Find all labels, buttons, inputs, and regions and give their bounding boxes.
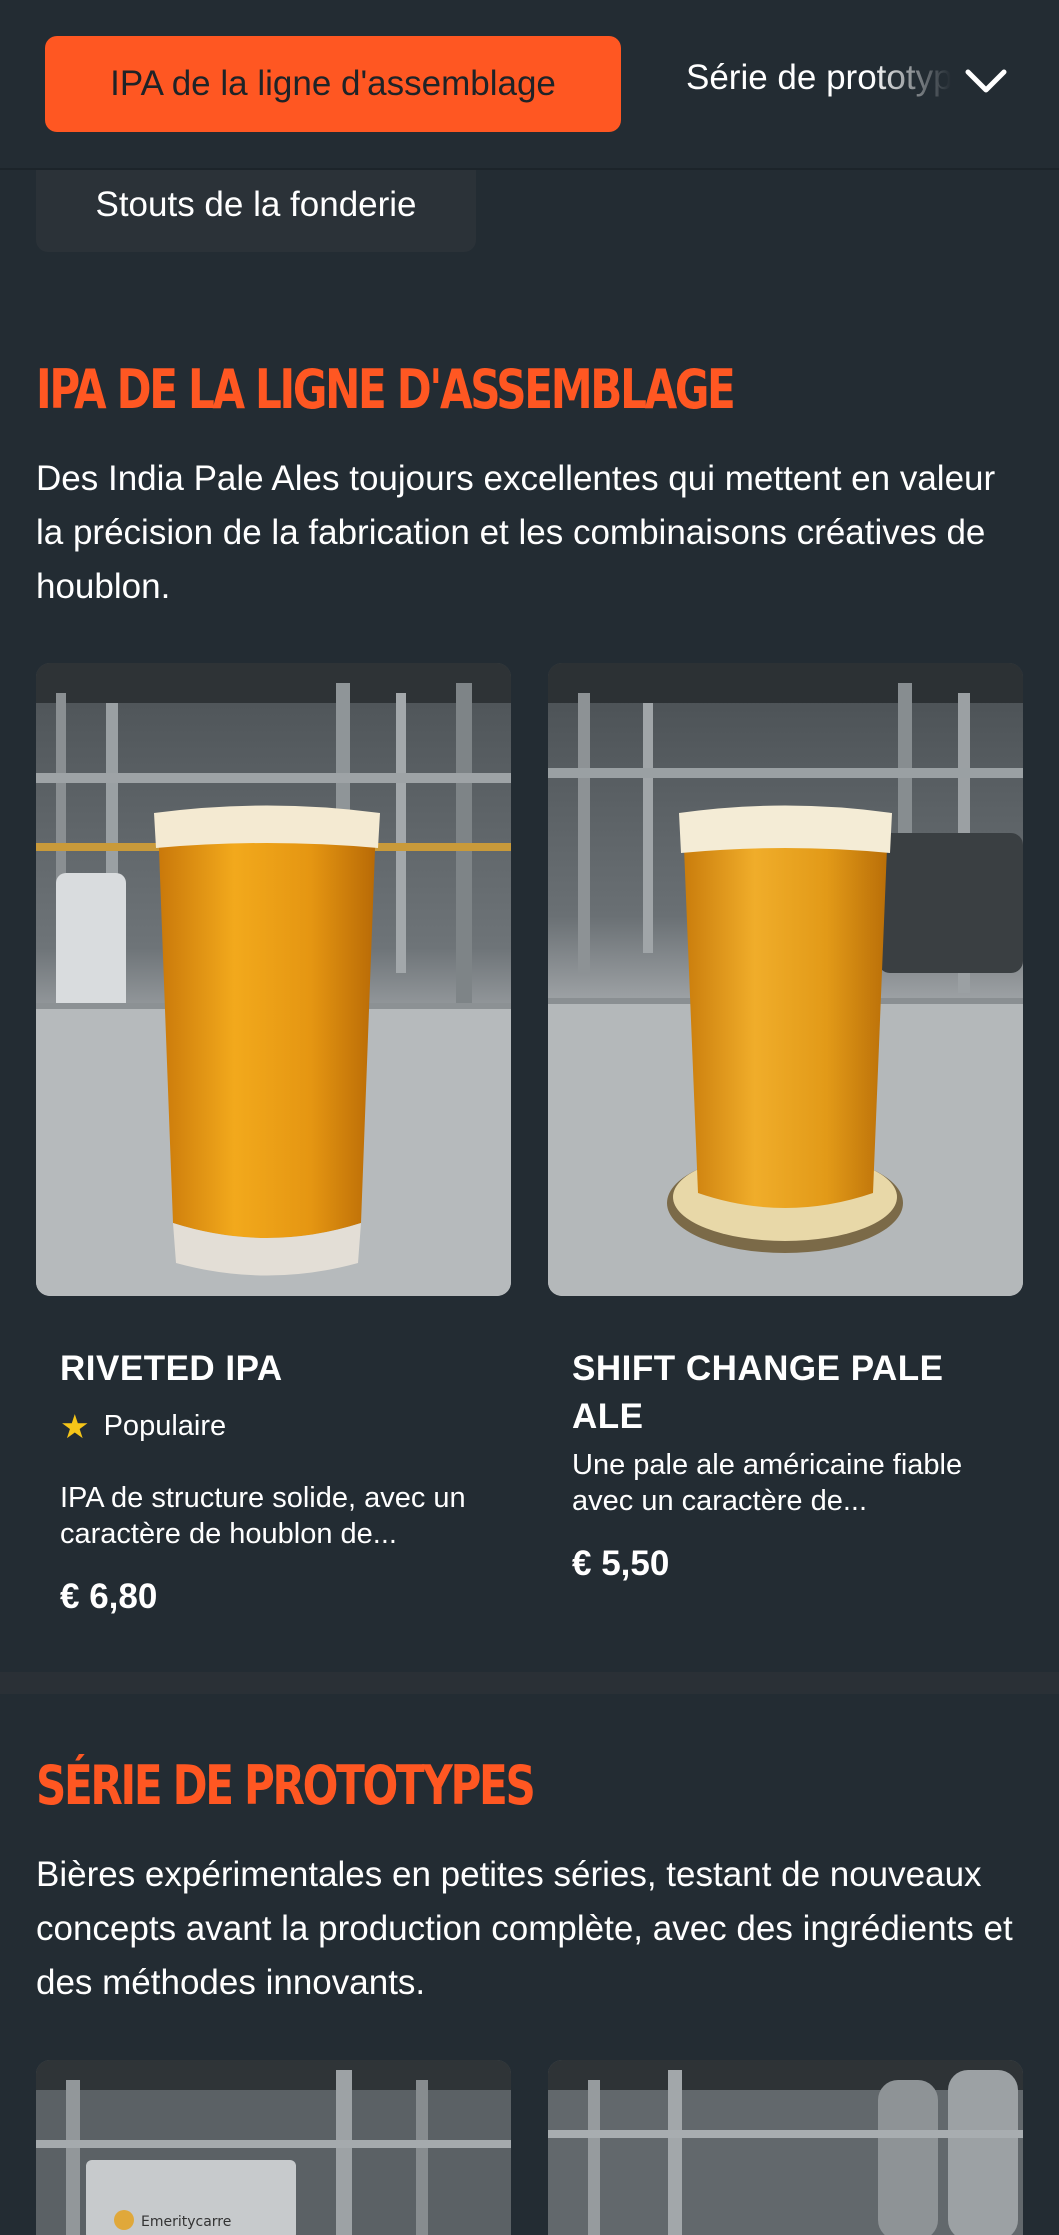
category-tab-ipa[interactable]: IPA de la ligne d'assemblage [45,36,621,132]
product-price: € 6,80 [60,1577,158,1616]
section-divider [0,1672,1059,1694]
star-icon: ★ [60,1408,90,1445]
category-nav-bar: IPA de la ligne d'assemblage Série de pr… [0,0,1059,170]
product-description: Une pale ale américaine fiable avec un c… [572,1449,963,1517]
category-tab-prototypes[interactable]: Série de prototypes [686,58,951,108]
product-image-prototype-2[interactable] [548,2060,1023,2235]
product-image-riveted-ipa[interactable] [36,663,511,1296]
product-image-shift-change[interactable] [548,663,1023,1296]
product-price: € 5,50 [572,1544,670,1583]
badge-label: Populaire [103,1410,227,1442]
product-name[interactable]: RIVETED IPA [60,1345,283,1393]
section-title-ipa: IPA DE LA LIGNE D'ASSEMBLAGE [36,358,736,421]
product-name[interactable]: SHIFT CHANGE PALE ALE [572,1345,992,1441]
chevron-down-icon[interactable] [963,62,1009,102]
clipboard-label: Emeritycarre [141,2214,231,2230]
product-description: IPA de structure solide, avec un caractè… [60,1482,466,1550]
section-description-ipa: Des India Pale Ales toujours excellentes… [36,459,996,606]
section-title-prototypes: SÉRIE DE PROTOTYPES [36,1754,536,1817]
product-image-prototype-1[interactable]: Emeritycarre [36,2060,511,2235]
popular-badge: ★ Populaire [60,1407,226,1446]
section-description-prototypes: Bières expérimentales en petites séries,… [36,1855,1013,2002]
